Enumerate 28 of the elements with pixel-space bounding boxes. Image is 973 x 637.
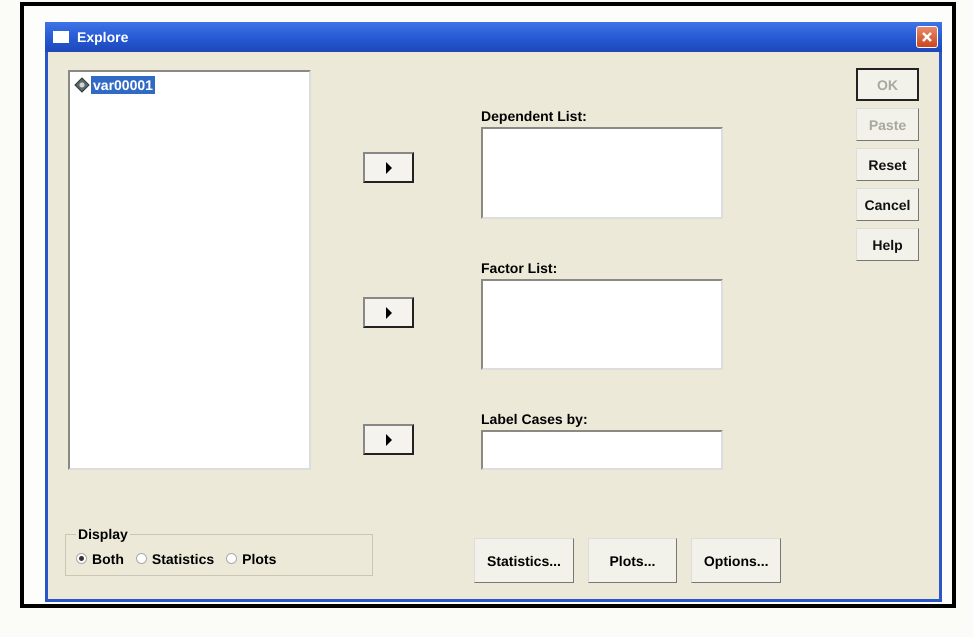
variable-item[interactable]: var00001 <box>91 76 155 94</box>
target-list[interactable] <box>481 126 723 219</box>
close-button[interactable] <box>916 26 938 48</box>
triangle-icon <box>384 162 392 174</box>
input-field[interactable] <box>481 430 723 470</box>
triangle-icon <box>384 306 392 318</box>
radio-option[interactable]: Statistics <box>136 550 214 566</box>
dialog-button[interactable]: Help <box>856 228 919 261</box>
move-button[interactable] <box>363 297 414 328</box>
variable-icon <box>74 77 90 93</box>
dialog-button[interactable]: Cancel <box>856 188 919 221</box>
options-button[interactable]: Options... <box>690 538 782 583</box>
window-icon <box>53 31 69 43</box>
radio-option[interactable]: Plots <box>226 550 276 566</box>
group-title: Display <box>77 526 129 542</box>
move-button[interactable] <box>363 152 414 183</box>
options-button[interactable]: Statistics... <box>474 538 574 583</box>
list-label: Label Cases by: <box>481 411 589 430</box>
window-title: Explore <box>77 29 130 45</box>
dialog-button[interactable]: Reset <box>856 148 919 181</box>
target-list[interactable] <box>481 278 723 370</box>
list-label: Dependent List: <box>481 108 588 126</box>
list-label: Factor List: <box>481 260 558 278</box>
move-button[interactable] <box>363 424 414 455</box>
close-icon <box>921 31 933 43</box>
radio-option[interactable]: Both <box>76 550 124 566</box>
triangle-icon <box>384 434 392 446</box>
options-button[interactable]: Plots... <box>588 538 677 583</box>
